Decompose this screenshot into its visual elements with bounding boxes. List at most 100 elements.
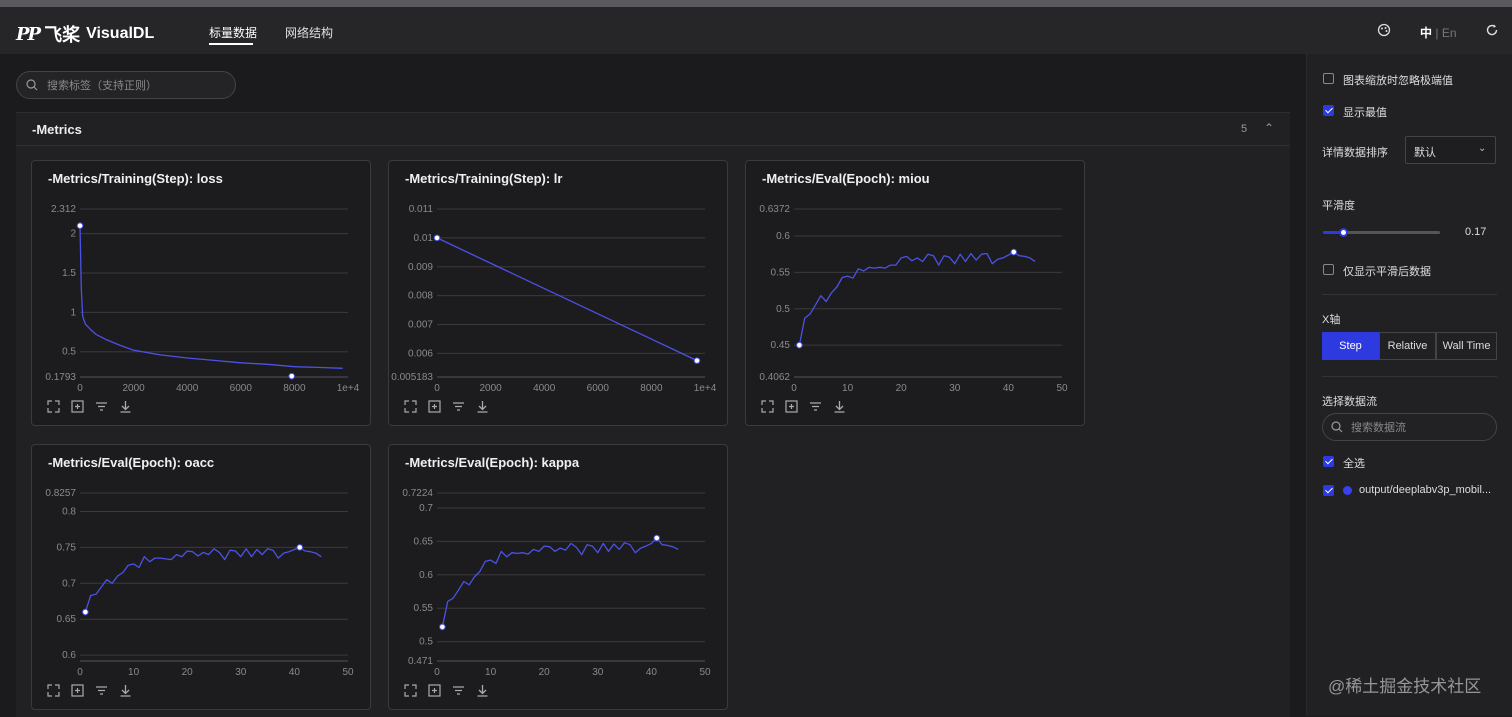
download-icon[interactable] — [475, 683, 490, 698]
ignore-outliers-checkbox[interactable] — [1323, 73, 1334, 84]
language-switch[interactable]: 中 | En — [1420, 24, 1457, 41]
lang-zh[interactable]: 中 — [1420, 26, 1432, 40]
xaxis-step-button[interactable]: Step — [1322, 332, 1379, 360]
smoothing-value[interactable]: 0.17 — [1465, 226, 1486, 238]
x-tick-label: 0 — [77, 667, 83, 678]
y-tick-label: 0.006 — [408, 348, 433, 359]
maximize-icon[interactable] — [403, 399, 418, 414]
xaxis-relative-button[interactable]: Relative — [1379, 332, 1436, 360]
chart-plot[interactable]: 0.8257 0.8 0.75 0.7 0.65 0.60 10 20 30 40 50 — [32, 445, 372, 711]
x-tick-label: 20 — [539, 667, 551, 678]
group-count: 5 — [1241, 123, 1248, 135]
only-smoothed-checkbox[interactable] — [1323, 264, 1334, 275]
y-tick-label: 0.45 — [771, 340, 791, 351]
filter-icon[interactable] — [451, 683, 466, 698]
x-tick-label: 40 — [646, 667, 658, 678]
smoothing-slider[interactable] — [1323, 228, 1440, 237]
refresh-icon[interactable] — [1485, 23, 1499, 40]
chart-plot[interactable]: 2.312 2 1.5 1 0.5 0.17930 2000 4000 6000 8000 1e+4 — [32, 161, 372, 427]
download-icon[interactable] — [118, 399, 133, 414]
download-icon[interactable] — [832, 399, 847, 414]
tab-scalars[interactable]: 标量数据 — [209, 24, 257, 41]
x-tick-label: 0 — [791, 383, 797, 394]
search-icon — [1331, 421, 1343, 433]
smoothing-slider-thumb[interactable] — [1338, 228, 1348, 237]
y-tick-label: 0.7224 — [402, 488, 433, 499]
select-all-label: 全选 — [1343, 458, 1365, 470]
maximize-icon[interactable] — [46, 683, 61, 698]
divider — [1322, 376, 1497, 377]
y-tick-label: 0.6 — [419, 570, 433, 581]
x-tick-label: 20 — [182, 667, 194, 678]
show-extremes-checkbox[interactable] — [1323, 105, 1334, 116]
series-line — [84, 546, 322, 613]
xaxis-walltime-button[interactable]: Wall Time — [1436, 332, 1497, 360]
restore-zoom-icon[interactable] — [70, 399, 85, 414]
run-search[interactable] — [1322, 413, 1497, 441]
chevron-up-icon[interactable]: ⌃ — [1264, 121, 1274, 135]
filter-icon[interactable] — [451, 399, 466, 414]
restore-zoom-icon[interactable] — [427, 683, 442, 698]
theme-palette-icon[interactable] — [1377, 23, 1391, 40]
x-tick-label: 0 — [77, 383, 83, 394]
watermark: @稀土掘金技术社区 — [1328, 677, 1482, 696]
maximize-icon[interactable] — [760, 399, 775, 414]
maximize-icon[interactable] — [403, 683, 418, 698]
y-tick-label: 0.55 — [771, 267, 791, 278]
series-line — [798, 251, 1036, 346]
chart-card-miou: -Metrics/Eval(Epoch): miou 0.6372 0.6 0.55… — [745, 160, 1085, 426]
runs-label: 选择数据流 — [1322, 396, 1377, 408]
maximize-icon[interactable] — [46, 399, 61, 414]
chart-card-loss: -Metrics/Training(Step): loss 2.312 2 1.5 1… — [31, 160, 371, 426]
y-tick-label: 0.007 — [408, 320, 433, 331]
extreme-point — [439, 623, 446, 631]
chart-card-kappa: -Metrics/Eval(Epoch): kappa 0.7224 0.7 0.6… — [388, 444, 728, 710]
chart-toolbar — [46, 683, 133, 698]
run-search-input[interactable] — [1349, 418, 1493, 438]
chart-plot[interactable]: 0.6372 0.6 0.55 0.5 0.45 0.40620 10 20 30 40 50 — [746, 161, 1086, 427]
x-tick-label: 8000 — [283, 383, 306, 394]
extreme-point — [693, 357, 701, 364]
group-title: -Metrics — [32, 122, 82, 137]
y-tick-label: 0.1793 — [45, 372, 76, 383]
filter-icon[interactable] — [94, 683, 109, 698]
run-checkbox[interactable] — [1323, 485, 1334, 496]
tag-search[interactable] — [16, 71, 236, 99]
smoothing-label: 平滑度 — [1322, 200, 1355, 212]
filter-icon[interactable] — [808, 399, 823, 414]
logo[interactable]: PP 飞桨 VisualDL — [16, 21, 154, 47]
x-tick-label: 30 — [235, 667, 247, 678]
x-tick-label: 2000 — [479, 383, 502, 394]
y-tick-label: 2.312 — [51, 204, 76, 215]
tab-graph[interactable]: 网络结构 — [285, 24, 333, 41]
download-icon[interactable] — [475, 399, 490, 414]
brand-name: VisualDL — [86, 25, 155, 42]
restore-zoom-icon[interactable] — [427, 399, 442, 414]
x-tick-label: 8000 — [640, 383, 663, 394]
y-tick-label: 1 — [70, 307, 76, 318]
search-icon — [26, 79, 38, 91]
chart-plot[interactable]: 0.011 0.01 0.009 0.008 0.007 0.006 0.0051830 20… — [389, 161, 729, 427]
extreme-point — [1010, 248, 1018, 256]
restore-zoom-icon[interactable] — [784, 399, 799, 414]
x-tick-label: 4000 — [533, 383, 556, 394]
select-all-checkbox[interactable] — [1323, 456, 1334, 467]
x-tick-label: 1e+4 — [337, 383, 360, 394]
y-tick-label: 0.55 — [414, 603, 434, 614]
series-line — [441, 537, 679, 628]
run-label[interactable]: output/deeplabv3p_mobil... — [1359, 484, 1491, 496]
chart-toolbar — [403, 399, 490, 414]
window-top-strip — [0, 0, 1512, 7]
download-icon[interactable] — [118, 683, 133, 698]
filter-icon[interactable] — [94, 399, 109, 414]
lang-separator: | — [1435, 26, 1439, 40]
sort-select[interactable]: 默认 ⌄ — [1405, 136, 1496, 164]
tag-search-input[interactable] — [45, 76, 229, 96]
group-header[interactable]: -Metrics 5 ⌃ — [16, 113, 1290, 146]
y-tick-label: 0.005183 — [391, 372, 433, 383]
chart-plot[interactable]: 0.7224 0.7 0.65 0.6 0.55 0.5 0.4710 10 20 30 40 50 — [389, 445, 729, 711]
restore-zoom-icon[interactable] — [70, 683, 85, 698]
lang-en[interactable]: En — [1442, 26, 1457, 40]
y-tick-label: 0.8 — [62, 506, 76, 517]
y-tick-label: 0.6 — [62, 650, 76, 661]
